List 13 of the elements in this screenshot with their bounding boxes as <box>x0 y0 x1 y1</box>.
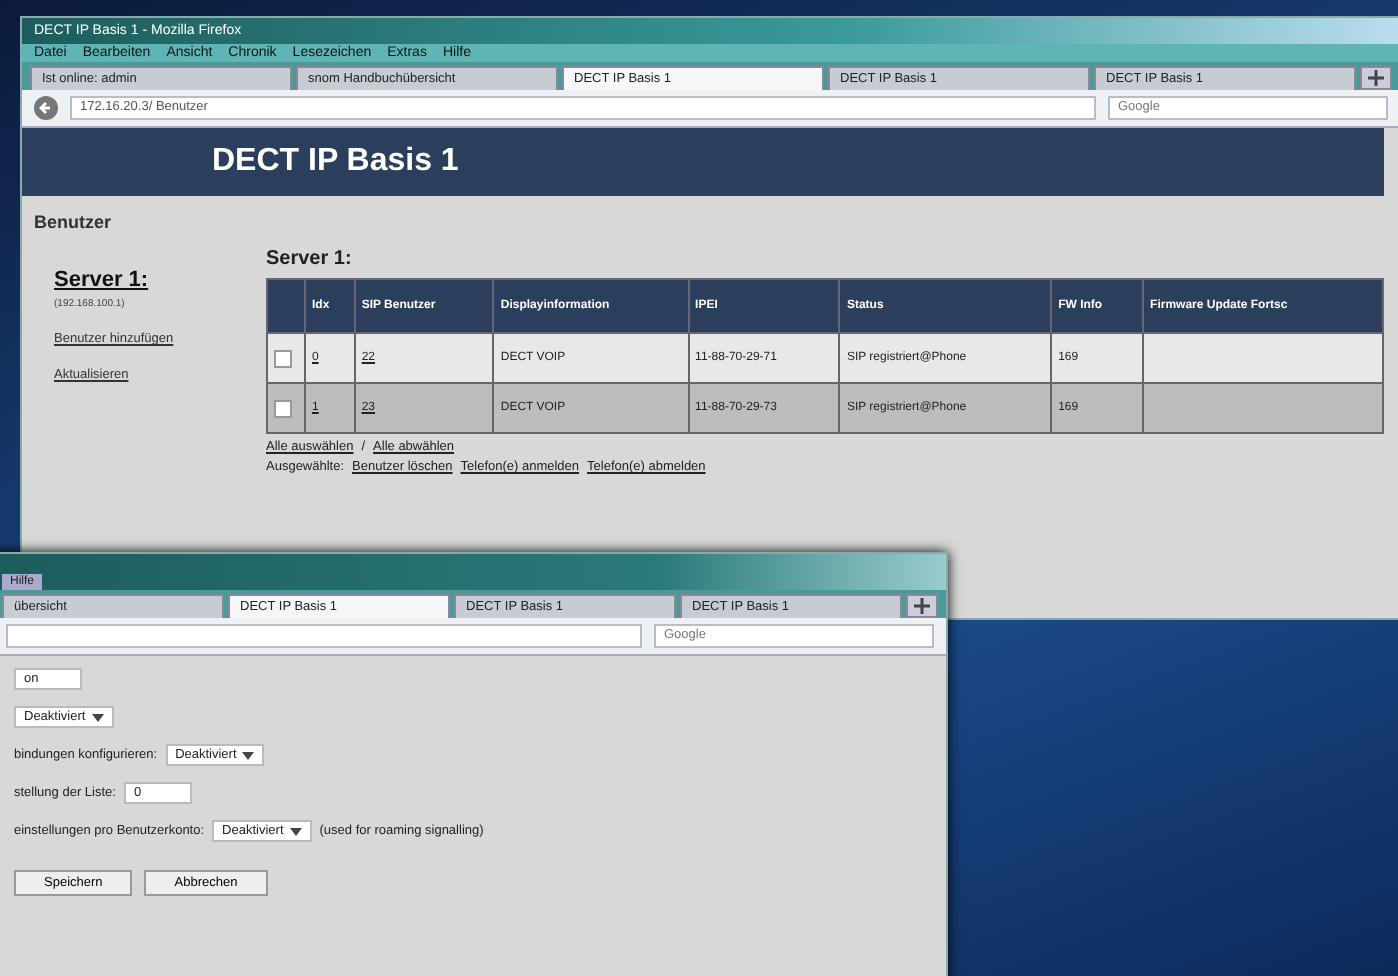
back-icon[interactable] <box>34 96 58 120</box>
caret-icon <box>91 713 104 721</box>
page-title: DECT IP Basis 1 <box>212 144 459 180</box>
address-field[interactable] <box>6 624 642 648</box>
caret-icon <box>289 827 302 835</box>
new-tab-icon[interactable] <box>906 594 938 618</box>
row-checkbox[interactable] <box>274 399 292 417</box>
row-checkbox[interactable] <box>274 349 292 367</box>
new-tab-icon[interactable] <box>1360 66 1392 90</box>
section-title: Benutzer <box>32 210 114 236</box>
table-title: Server 1: <box>266 248 354 270</box>
server-link[interactable]: Server 1: <box>54 268 234 292</box>
caret-icon <box>242 751 255 759</box>
